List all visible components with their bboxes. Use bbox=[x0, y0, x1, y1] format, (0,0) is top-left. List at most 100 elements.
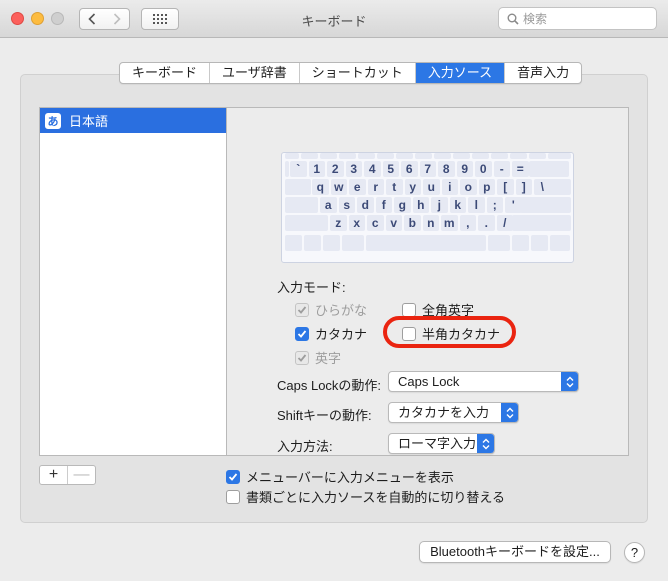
keyboard-key: ` bbox=[290, 161, 307, 177]
caps-lock-label: Caps Lockの動作: bbox=[277, 378, 382, 393]
help-button[interactable]: ? bbox=[624, 542, 645, 563]
modifier-key bbox=[285, 161, 289, 177]
keyboard-key: k bbox=[449, 197, 466, 213]
tab-bar: キーボード ユーザ辞書 ショートカット 入力ソース 音声入力 bbox=[119, 62, 583, 84]
function-key bbox=[491, 153, 508, 159]
keyboard-key: c bbox=[367, 215, 384, 231]
modifier-key bbox=[550, 235, 570, 251]
function-key bbox=[415, 153, 432, 159]
keyboard-key: , bbox=[459, 215, 476, 231]
tab-input-sources[interactable]: 入力ソース bbox=[415, 63, 506, 83]
remove-source-button[interactable]: — bbox=[68, 466, 95, 484]
checkmark-icon bbox=[228, 472, 238, 481]
function-key bbox=[396, 153, 413, 159]
modifier-key bbox=[520, 197, 571, 213]
caps-lock-popup[interactable]: Caps Lock bbox=[388, 371, 579, 392]
keyboard-key: o bbox=[460, 179, 477, 195]
auto-switch-checkbox-row[interactable]: 書類ごとに入力ソースを自動的に切り替える bbox=[226, 487, 505, 506]
checkmark-icon bbox=[297, 329, 307, 338]
search-field[interactable] bbox=[498, 7, 657, 30]
function-key bbox=[285, 153, 299, 159]
caps-lock-value: Caps Lock bbox=[398, 374, 460, 389]
modifier-key bbox=[512, 215, 571, 231]
hiragana-checkbox-row: ひらがな bbox=[295, 300, 367, 319]
updown-arrows-icon bbox=[501, 403, 518, 422]
tab-keyboard[interactable]: キーボード bbox=[120, 63, 211, 83]
keyboard-key: g bbox=[394, 197, 411, 213]
show-menu-checkbox-row[interactable]: メニューバーに入力メニューを表示 bbox=[226, 467, 454, 486]
keyboard-key: . bbox=[478, 215, 495, 231]
function-key bbox=[529, 153, 546, 159]
keyboard-key: 0 bbox=[475, 161, 492, 177]
modifier-key bbox=[342, 235, 364, 251]
keyboard-key: w bbox=[330, 179, 347, 195]
keyboard-key: l bbox=[468, 197, 485, 213]
katakana-checkbox[interactable] bbox=[295, 326, 309, 341]
eiji-label: 英字 bbox=[315, 351, 342, 366]
input-method-label: 入力方法: bbox=[277, 439, 333, 454]
updown-arrows-icon bbox=[477, 434, 494, 453]
keyboard-key: n bbox=[422, 215, 439, 231]
keyboard-key: d bbox=[357, 197, 374, 213]
auto-switch-checkbox[interactable] bbox=[226, 489, 240, 504]
show-input-menu-checkbox[interactable] bbox=[226, 469, 240, 484]
keyboard-key: s bbox=[338, 197, 355, 213]
function-key bbox=[320, 153, 337, 159]
input-source-list[interactable]: あ 日本語 bbox=[39, 107, 227, 456]
keyboard-key: r bbox=[367, 179, 384, 195]
modifier-key bbox=[285, 179, 311, 195]
search-icon bbox=[507, 13, 519, 25]
add-source-button[interactable]: + bbox=[40, 466, 68, 484]
keyboard-key: e bbox=[349, 179, 366, 195]
hiragana-checkbox bbox=[295, 302, 309, 317]
function-key bbox=[472, 153, 489, 159]
function-key bbox=[377, 153, 394, 159]
keyboard-key: a bbox=[320, 197, 337, 213]
keyboard-key: u bbox=[423, 179, 440, 195]
source-item-japanese[interactable]: あ 日本語 bbox=[40, 108, 226, 133]
setup-bluetooth-keyboard-button[interactable]: Bluetoothキーボードを設定... bbox=[419, 541, 611, 563]
zenkaku-eiji-checkbox[interactable] bbox=[402, 302, 416, 317]
keyboard-layout-preview: ` 1 2 3 4 5 6 7 8 9 0- = q w e r t y u i o p[] \ a s d f g h j k l; ' z x c… bbox=[281, 152, 574, 263]
checkmark-icon bbox=[297, 305, 307, 314]
keyboard-key: 5 bbox=[382, 161, 399, 177]
search-input[interactable] bbox=[523, 11, 648, 27]
shift-key-popup[interactable]: カタカナを入力 bbox=[388, 402, 519, 423]
eiji-checkbox bbox=[295, 350, 309, 365]
tab-dictation[interactable]: 音声入力 bbox=[505, 63, 581, 83]
keyboard-key: t bbox=[386, 179, 403, 195]
keyboard-key: j bbox=[431, 197, 448, 213]
keyboard-key: z bbox=[330, 215, 347, 231]
modifier-key bbox=[531, 235, 548, 251]
keyboard-key: p bbox=[478, 179, 495, 195]
input-mode-label: 入力モード: bbox=[277, 280, 346, 295]
source-item-label: 日本語 bbox=[69, 114, 109, 129]
modifier-key bbox=[366, 235, 486, 251]
keyboard-key: ; bbox=[486, 197, 503, 213]
keyboard-key: - bbox=[493, 161, 510, 177]
tab-shortcuts[interactable]: ショートカット bbox=[300, 63, 416, 83]
keyboard-key: 7 bbox=[419, 161, 436, 177]
modifier-key bbox=[488, 235, 510, 251]
keyboard-key: 8 bbox=[438, 161, 455, 177]
highlight-ring-annotation bbox=[383, 316, 516, 348]
eiji-checkbox-row: 英字 bbox=[295, 348, 341, 367]
tab-user-dictionary[interactable]: ユーザ辞書 bbox=[210, 63, 300, 83]
hiragana-label: ひらがな bbox=[315, 303, 368, 318]
function-key bbox=[358, 153, 375, 159]
keyboard-key: 6 bbox=[401, 161, 418, 177]
function-key bbox=[548, 153, 571, 159]
keyboard-key: 1 bbox=[308, 161, 325, 177]
checkmark-icon bbox=[297, 353, 307, 362]
updown-arrows-icon bbox=[561, 372, 578, 391]
input-method-popup[interactable]: ローマ字入力 bbox=[388, 433, 495, 454]
katakana-checkbox-row[interactable]: カタカナ bbox=[295, 324, 367, 343]
function-key bbox=[339, 153, 356, 159]
title-bar: キーボード bbox=[0, 0, 668, 38]
keyboard-key: v bbox=[385, 215, 402, 231]
keyboard-key: q bbox=[312, 179, 329, 195]
keyboard-key: f bbox=[375, 197, 392, 213]
keyboard-key: m bbox=[441, 215, 458, 231]
show-input-menu-label: メニューバーに入力メニューを表示 bbox=[246, 470, 454, 485]
keyboard-key: 9 bbox=[456, 161, 473, 177]
